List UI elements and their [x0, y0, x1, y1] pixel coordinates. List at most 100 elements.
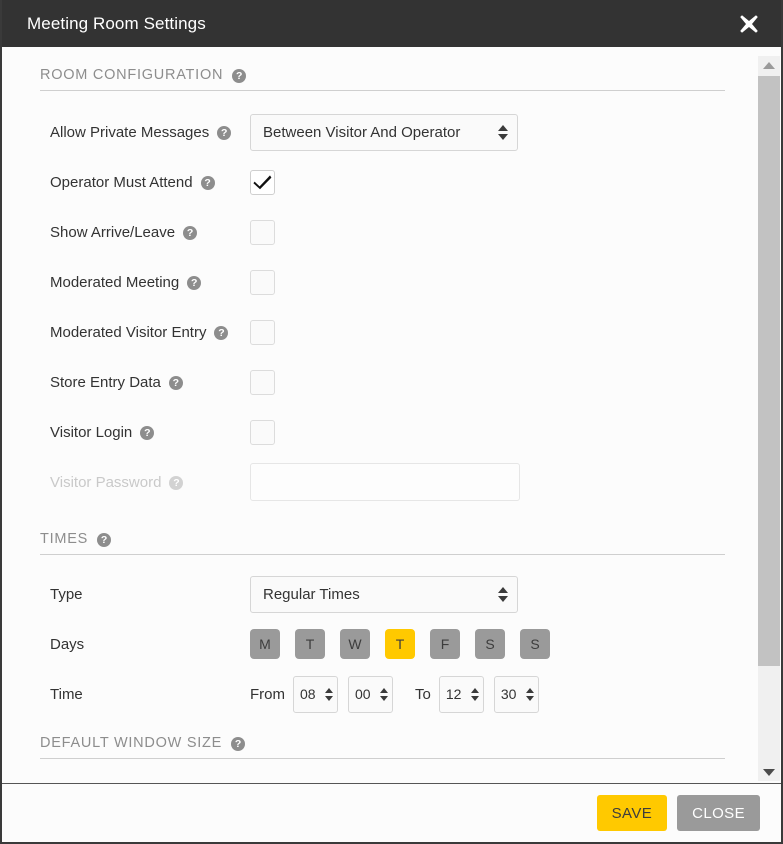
moderated-visitor-entry-checkbox[interactable] — [250, 319, 275, 345]
field-label: Store Entry Data ? — [50, 374, 250, 391]
help-icon[interactable]: ? — [200, 176, 215, 190]
field-control — [250, 269, 275, 295]
field-control — [250, 319, 275, 345]
vertical-scrollbar[interactable] — [750, 47, 781, 783]
label-text: Allow Private Messages — [50, 123, 210, 141]
section-header-default-window-size: DEFAULT WINDOW SIZE ? — [40, 735, 725, 759]
section-title: ROOM CONFIGURATION — [40, 67, 224, 83]
row-times-type: Type Regular Times — [2, 569, 751, 619]
to-minute-select[interactable]: 30 — [493, 675, 539, 713]
time-range-group: From 08 00 To 12 30 — [250, 675, 549, 713]
day-button-monday[interactable]: M — [250, 629, 280, 659]
field-label: Visitor Login ? — [50, 424, 250, 441]
day-button-sunday[interactable]: S — [520, 629, 550, 659]
settings-scroll-area: ROOM CONFIGURATION ? Allow Private Messa… — [2, 47, 751, 783]
to-hour-select[interactable]: 12 — [438, 675, 484, 713]
stepper-arrows-icon[interactable] — [470, 687, 479, 701]
select-value: 00 — [355, 686, 371, 702]
help-icon[interactable]: ? — [168, 376, 183, 390]
stepper-arrows-icon[interactable] — [525, 687, 534, 701]
scroll-down-arrow-icon[interactable] — [758, 763, 780, 781]
select-value: Between Visitor And Operator — [263, 123, 461, 141]
stepper-arrows-icon[interactable] — [498, 586, 508, 602]
help-icon[interactable]: ? — [169, 476, 184, 490]
dialog-footer: SAVE CLOSE — [2, 784, 781, 842]
visitor-password-field[interactable] — [250, 463, 520, 501]
field-control — [250, 463, 520, 501]
dialog-titlebar: Meeting Room Settings — [2, 0, 781, 47]
day-button-saturday[interactable]: S — [475, 629, 505, 659]
dialog-body: ROOM CONFIGURATION ? Allow Private Messa… — [2, 47, 781, 784]
help-icon[interactable]: ? — [97, 533, 112, 547]
help-icon[interactable]: ? — [231, 737, 246, 751]
row-store-entry-data: Store Entry Data ? — [2, 357, 751, 407]
day-button-wednesday[interactable]: W — [340, 629, 370, 659]
moderated-meeting-checkbox[interactable] — [250, 269, 275, 295]
label-text: Moderated Visitor Entry — [50, 323, 207, 341]
section-header-times: TIMES ? — [40, 531, 725, 555]
field-label: Moderated Meeting ? — [50, 274, 250, 291]
label-text: Store Entry Data — [50, 373, 161, 391]
stepper-arrows-icon[interactable] — [325, 687, 333, 701]
field-label: Allow Private Messages ? — [50, 124, 250, 141]
select-value: Regular Times — [263, 585, 360, 603]
row-moderated-visitor-entry: Moderated Visitor Entry ? — [2, 307, 751, 357]
label-text: Time — [50, 685, 83, 703]
section-header-room-configuration: ROOM CONFIGURATION ? — [40, 67, 725, 91]
help-icon[interactable]: ? — [187, 276, 202, 290]
field-label: Moderated Visitor Entry ? — [50, 324, 250, 341]
from-minute-select[interactable]: 00 — [348, 675, 393, 713]
field-control — [250, 219, 275, 245]
day-selector: M T W T F S S — [250, 629, 550, 659]
help-icon[interactable]: ? — [232, 69, 247, 83]
field-control: Regular Times — [250, 575, 518, 613]
day-button-tuesday[interactable]: T — [295, 629, 325, 659]
help-icon[interactable]: ? — [217, 126, 232, 140]
label-text: Visitor Login — [50, 423, 133, 441]
help-icon[interactable]: ? — [183, 226, 198, 240]
field-label: Show Arrive/Leave ? — [50, 224, 250, 241]
close-icon[interactable] — [736, 11, 762, 37]
scroll-up-arrow-icon[interactable] — [758, 56, 780, 74]
field-label: Visitor Password ? — [50, 474, 250, 491]
row-visitor-password: Visitor Password ? — [2, 457, 751, 507]
select-value: 12 — [445, 686, 462, 702]
section-title: DEFAULT WINDOW SIZE — [40, 735, 223, 751]
label-text: Moderated Meeting — [50, 273, 180, 291]
allow-private-messages-select[interactable]: Between Visitor And Operator — [250, 113, 518, 151]
field-label: Days — [50, 636, 250, 653]
meeting-room-settings-dialog: Meeting Room Settings ROOM CONFIGURATION… — [0, 0, 783, 844]
operator-must-attend-checkbox[interactable] — [250, 169, 275, 195]
stepper-arrows-icon[interactable] — [380, 687, 388, 701]
day-button-friday[interactable]: F — [430, 629, 460, 659]
field-control: Between Visitor And Operator — [250, 113, 518, 151]
store-entry-data-checkbox[interactable] — [250, 369, 275, 395]
help-icon[interactable]: ? — [214, 326, 229, 340]
field-control — [250, 419, 275, 445]
day-button-thursday[interactable]: T — [385, 629, 415, 659]
stepper-arrows-icon[interactable] — [498, 124, 508, 140]
field-label: Time — [50, 686, 250, 703]
times-type-select[interactable]: Regular Times — [250, 575, 518, 613]
from-hour-select[interactable]: 08 — [293, 675, 338, 713]
label-text: Days — [50, 635, 85, 653]
dialog-title: Meeting Room Settings — [27, 13, 206, 33]
row-times-time: Time From 08 00 To 12 30 — [2, 669, 751, 719]
from-label: From — [250, 685, 285, 703]
row-times-days: Days M T W T F S S — [2, 619, 751, 669]
row-moderated-meeting: Moderated Meeting ? — [2, 257, 751, 307]
row-show-arrive-leave: Show Arrive/Leave ? — [2, 207, 751, 257]
label-text: Show Arrive/Leave — [50, 223, 176, 241]
field-control — [250, 369, 275, 395]
row-operator-must-attend: Operator Must Attend ? — [2, 157, 751, 207]
visitor-login-checkbox[interactable] — [250, 419, 275, 445]
label-text: Visitor Password — [50, 473, 162, 491]
row-allow-private-messages: Allow Private Messages ? Between Visitor… — [2, 107, 751, 157]
help-icon[interactable]: ? — [140, 426, 155, 440]
show-arrive-leave-checkbox[interactable] — [250, 219, 275, 245]
scrollbar-thumb[interactable] — [758, 76, 780, 666]
close-button[interactable]: CLOSE — [677, 795, 760, 831]
save-button[interactable]: SAVE — [596, 795, 668, 831]
select-value: 08 — [300, 686, 316, 702]
field-label: Type — [50, 586, 250, 603]
